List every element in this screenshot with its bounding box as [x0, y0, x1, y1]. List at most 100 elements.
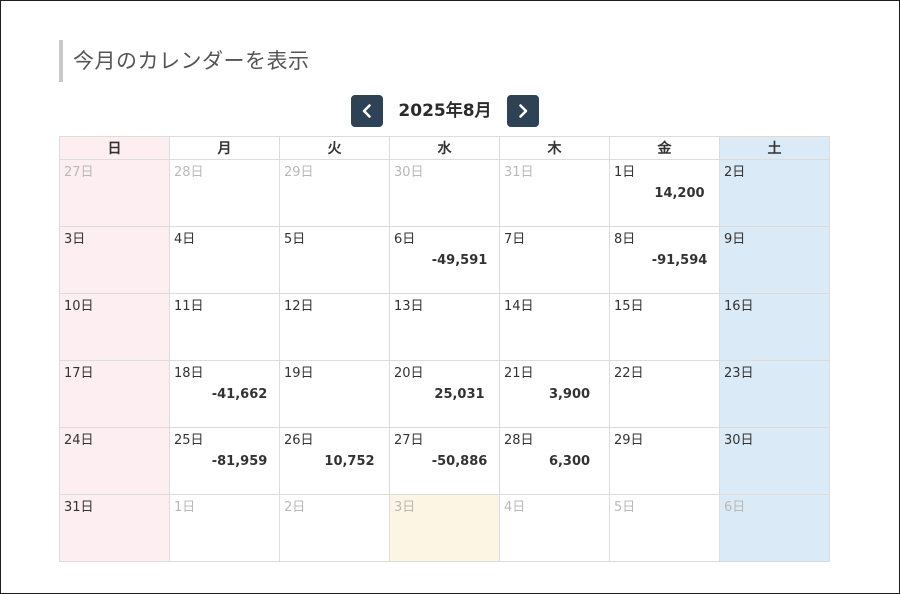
calendar-day-cell[interactable]: 30日: [389, 159, 500, 227]
day-number: 2日: [284, 500, 306, 515]
day-number: 7日: [504, 232, 526, 247]
calendar-week-row: 31日 1日 2日 3日 4日 5日 6日: [59, 494, 830, 562]
calendar-day-cell[interactable]: 11日: [169, 293, 280, 361]
day-number: 27日: [394, 433, 424, 448]
calendar-day-cell[interactable]: 4日: [169, 226, 280, 294]
day-number: 24日: [64, 433, 94, 448]
day-number: 2日: [724, 165, 746, 180]
calendar-day-cell[interactable]: 12日: [279, 293, 390, 361]
calendar-day-cell[interactable]: 28日 6,300: [499, 427, 610, 495]
calendar-day-cell[interactable]: 9日: [719, 226, 830, 294]
day-amount: 10,752: [324, 454, 375, 469]
calendar-week-row: 17日 18日 -41,662 19日 20日 25,031 21日 3,900 22日 23日: [59, 360, 830, 428]
calendar-day-cell[interactable]: 8日 -91,594: [609, 226, 720, 294]
calendar-day-cell[interactable]: 13日: [389, 293, 500, 361]
day-number: 13日: [394, 299, 424, 314]
calendar-day-cell[interactable]: 28日: [169, 159, 280, 227]
calendar-day-cell[interactable]: 22日: [609, 360, 720, 428]
calendar-day-cell[interactable]: 5日: [609, 494, 720, 562]
month-navigation: 2025年8月: [1, 95, 900, 127]
day-number: 5日: [614, 500, 636, 515]
day-number: 3日: [64, 232, 86, 247]
calendar-day-cell[interactable]: 30日: [719, 427, 830, 495]
weekday-header: 日: [59, 136, 170, 160]
calendar-day-cell[interactable]: 1日 14,200: [609, 159, 720, 227]
calendar-day-cell[interactable]: 16日: [719, 293, 830, 361]
day-amount: -91,594: [651, 253, 708, 268]
calendar-day-cell[interactable]: 3日: [59, 226, 170, 294]
weekday-header: 木: [499, 136, 610, 160]
day-number: 4日: [174, 232, 196, 247]
day-number: 18日: [174, 366, 204, 381]
day-number: 30日: [724, 433, 754, 448]
calendar-day-cell[interactable]: 7日: [499, 226, 610, 294]
calendar-day-cell[interactable]: 4日: [499, 494, 610, 562]
calendar-table: 日 月 火 水 木 金 土 27日 28日 29日 30日 31日 1日 14,200 2日 3…: [59, 136, 830, 562]
calendar-day-cell[interactable]: 6日: [719, 494, 830, 562]
day-number: 20日: [394, 366, 424, 381]
calendar-day-cell[interactable]: 29日: [279, 159, 390, 227]
calendar-day-cell[interactable]: 25日 -81,959: [169, 427, 280, 495]
calendar-day-cell[interactable]: 26日 10,752: [279, 427, 390, 495]
calendar-day-cell[interactable]: 23日: [719, 360, 830, 428]
day-number: 21日: [504, 366, 534, 381]
day-number: 15日: [614, 299, 644, 314]
month-label: 2025年8月: [398, 101, 492, 121]
weekday-header-row: 日 月 火 水 木 金 土: [59, 136, 830, 160]
weekday-header: 土: [719, 136, 830, 160]
day-number: 9日: [724, 232, 746, 247]
page-title: 今月のカレンダーを表示: [59, 40, 310, 82]
day-number: 8日: [614, 232, 636, 247]
day-amount: 25,031: [434, 387, 485, 402]
prev-month-button[interactable]: [351, 95, 383, 127]
calendar-day-cell[interactable]: 24日: [59, 427, 170, 495]
calendar-day-cell[interactable]: 15日: [609, 293, 720, 361]
calendar-week-row: 10日 11日 12日 13日 14日 15日 16日: [59, 293, 830, 361]
calendar-day-cell[interactable]: 27日: [59, 159, 170, 227]
day-number: 28日: [174, 165, 204, 180]
calendar-day-cell[interactable]: 6日 -49,591: [389, 226, 500, 294]
calendar-day-cell[interactable]: 29日: [609, 427, 720, 495]
day-number: 31日: [64, 500, 94, 515]
weekday-header: 水: [389, 136, 500, 160]
day-number: 31日: [504, 165, 534, 180]
day-number: 29日: [284, 165, 314, 180]
calendar-day-cell[interactable]: 18日 -41,662: [169, 360, 280, 428]
calendar-day-cell[interactable]: 21日 3,900: [499, 360, 610, 428]
day-number: 14日: [504, 299, 534, 314]
calendar-day-cell[interactable]: 5日: [279, 226, 390, 294]
day-number: 28日: [504, 433, 534, 448]
calendar-day-cell[interactable]: 17日: [59, 360, 170, 428]
calendar-day-cell[interactable]: 31日: [59, 494, 170, 562]
day-number: 1日: [614, 165, 636, 180]
day-amount: -49,591: [431, 253, 488, 268]
calendar-body: 27日 28日 29日 30日 31日 1日 14,200 2日 3日 4日 5日 6日 -49,591…: [59, 159, 830, 562]
calendar-week-row: 24日 25日 -81,959 26日 10,752 27日 -50,886 28日 6,300…: [59, 427, 830, 495]
calendar-day-cell[interactable]: 14日: [499, 293, 610, 361]
day-number: 6日: [724, 500, 746, 515]
day-number: 17日: [64, 366, 94, 381]
calendar-day-cell[interactable]: 27日 -50,886: [389, 427, 500, 495]
day-number: 11日: [174, 299, 204, 314]
calendar-day-cell[interactable]: 3日: [389, 494, 500, 562]
next-month-button[interactable]: [507, 95, 539, 127]
day-amount: 6,300: [548, 454, 591, 469]
day-amount: -50,886: [431, 454, 488, 469]
day-number: 25日: [174, 433, 204, 448]
day-number: 16日: [724, 299, 754, 314]
chevron-left-icon: [362, 104, 371, 118]
day-number: 26日: [284, 433, 314, 448]
day-number: 12日: [284, 299, 314, 314]
calendar-day-cell[interactable]: 2日: [279, 494, 390, 562]
calendar-day-cell[interactable]: 19日: [279, 360, 390, 428]
calendar-day-cell[interactable]: 2日: [719, 159, 830, 227]
calendar-day-cell[interactable]: 10日: [59, 293, 170, 361]
weekday-header: 月: [169, 136, 280, 160]
calendar-day-cell[interactable]: 31日: [499, 159, 610, 227]
day-number: 23日: [724, 366, 754, 381]
weekday-header: 金: [609, 136, 720, 160]
day-amount: 14,200: [654, 186, 705, 201]
day-number: 30日: [394, 165, 424, 180]
calendar-day-cell[interactable]: 20日 25,031: [389, 360, 500, 428]
calendar-day-cell[interactable]: 1日: [169, 494, 280, 562]
